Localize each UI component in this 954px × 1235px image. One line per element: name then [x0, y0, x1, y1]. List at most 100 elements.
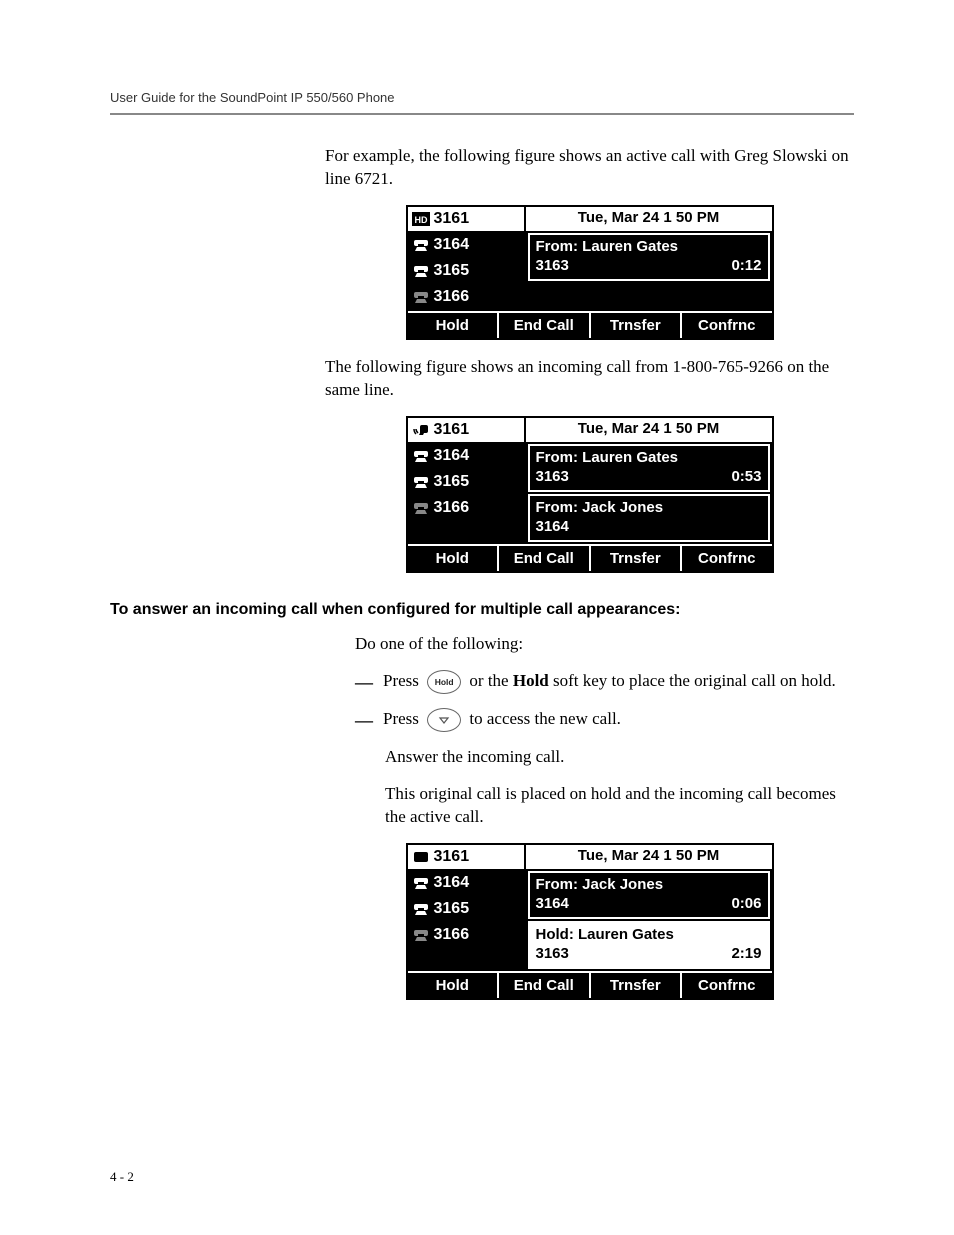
linekey-4-label: 3166 — [434, 926, 470, 944]
softkeys: Hold End Call Trnsfer Confrnc — [408, 971, 772, 998]
linekey-2: 3164 — [408, 871, 526, 897]
options-list: — Press Hold or the Hold soft key to pla… — [325, 670, 854, 733]
linekey-4-label: 3166 — [434, 288, 470, 306]
down-arrow-hardkey-icon — [427, 708, 461, 732]
date-bar: Tue, Mar 24 1 50 PM — [526, 418, 772, 444]
call-from: From: Lauren Gates — [536, 238, 762, 255]
softkey-endcall: End Call — [499, 546, 591, 571]
softkey-endcall: End Call — [499, 313, 591, 338]
softkey-transfer: Trnsfer — [591, 973, 683, 998]
call-number: 3163 — [536, 257, 569, 274]
softkeys: Hold End Call Trnsfer Confrnc — [408, 544, 772, 571]
call-from: From: Jack Jones — [536, 876, 762, 893]
ringing-icon — [412, 423, 430, 437]
page: User Guide for the SoundPoint IP 550/560… — [0, 0, 954, 1235]
linekey-1: 3161 — [408, 418, 526, 444]
content-column: For example, the following figure shows … — [325, 145, 854, 1000]
linekeys: 3161 3164 3165 3166 — [408, 418, 526, 544]
softkey-confrnc: Confrnc — [682, 973, 772, 998]
phone-off-icon — [412, 501, 430, 515]
phone-icon — [412, 238, 430, 252]
phone-icon — [412, 264, 430, 278]
phone-off-icon — [412, 928, 430, 942]
linekey-2-label: 3164 — [434, 874, 470, 892]
phone-icon — [412, 475, 430, 489]
softkeys: Hold End Call Trnsfer Confrnc — [408, 311, 772, 338]
linekey-2: 3164 — [408, 444, 526, 470]
intro-paragraph-1: For example, the following figure shows … — [325, 145, 854, 191]
hd-icon: HD — [412, 212, 430, 226]
running-head: User Guide for the SoundPoint IP 550/560… — [110, 90, 854, 105]
call-number: 3164 — [536, 518, 569, 535]
linekey-1: HD 3161 — [408, 207, 526, 233]
call-card-active: From: Lauren Gates 3163 0:53 — [528, 444, 770, 492]
call-number: 3163 — [536, 945, 569, 962]
call-from: Hold: Lauren Gates — [536, 926, 762, 943]
active-icon — [412, 850, 430, 864]
call-from: From: Jack Jones — [536, 499, 762, 516]
page-number: 4 - 2 — [110, 1169, 134, 1185]
phone-screen-1: HD 3161 3164 3165 3166 — [406, 205, 774, 340]
linekey-4: 3166 — [408, 285, 526, 311]
linekey-3-label: 3165 — [434, 900, 470, 918]
do-one-of: Do one of the following: — [355, 633, 854, 656]
call-from: From: Lauren Gates — [536, 449, 762, 466]
linekey-3-label: 3165 — [434, 473, 470, 491]
hold-hardkey-icon: Hold — [427, 670, 461, 694]
phone-icon — [412, 876, 430, 890]
linekey-2-label: 3164 — [434, 236, 470, 254]
phone-off-icon — [412, 290, 430, 304]
call-number: 3164 — [536, 895, 569, 912]
bold-hold: Hold — [513, 671, 549, 690]
procedure-heading: To answer an incoming call when configur… — [110, 601, 854, 619]
text: Press — [383, 709, 419, 728]
call-number: 3163 — [536, 468, 569, 485]
linekey-2: 3164 — [408, 233, 526, 259]
linekey-1-label: 3161 — [434, 210, 470, 228]
phone-icon — [412, 449, 430, 463]
text: Press — [383, 671, 419, 690]
call-duration: 0:06 — [731, 895, 761, 912]
linekeys: HD 3161 3164 3165 3166 — [408, 207, 526, 311]
call-duration: 0:53 — [731, 468, 761, 485]
linekey-3-label: 3165 — [434, 262, 470, 280]
call-card-incoming: From: Jack Jones 3164 — [528, 494, 770, 542]
header-rule — [110, 113, 854, 115]
date-bar: Tue, Mar 24 1 50 PM — [526, 845, 772, 871]
intro-paragraph-2: The following figure shows an incoming c… — [325, 356, 854, 402]
softkey-hold: Hold — [408, 973, 500, 998]
linekey-4: 3166 — [408, 923, 526, 949]
date-bar: Tue, Mar 24 1 50 PM — [526, 207, 772, 233]
option-navigate: — Press to access the new call. — [355, 708, 854, 732]
softkey-hold: Hold — [408, 313, 500, 338]
svg-text:HD: HD — [414, 215, 427, 225]
softkey-endcall: End Call — [499, 973, 591, 998]
linekey-1-label: 3161 — [434, 848, 470, 866]
text: or the — [469, 671, 512, 690]
phone-screen-2: 3161 3164 3165 3166 — [406, 416, 774, 573]
call-card-hold: Hold: Lauren Gates 3163 2:19 — [528, 921, 770, 969]
linekey-4: 3166 — [408, 496, 526, 522]
softkey-confrnc: Confrnc — [682, 546, 772, 571]
linekey-1-label: 3161 — [434, 421, 470, 439]
softkey-transfer: Trnsfer — [591, 546, 683, 571]
result-paragraph: This original call is placed on hold and… — [385, 783, 854, 829]
call-card-active: From: Jack Jones 3164 0:06 — [528, 871, 770, 919]
dash-icon: — — [355, 708, 373, 732]
softkey-transfer: Trnsfer — [591, 313, 683, 338]
dash-icon: — — [355, 670, 373, 694]
call-card-active: From: Lauren Gates 3163 0:12 — [528, 233, 770, 281]
linekey-4-label: 3166 — [434, 499, 470, 517]
softkey-hold: Hold — [408, 546, 500, 571]
linekey-3: 3165 — [408, 259, 526, 285]
text: soft key to place the original call on h… — [549, 671, 836, 690]
text: to access the new call. — [469, 709, 621, 728]
linekey-1: 3161 — [408, 845, 526, 871]
call-duration: 2:19 — [731, 945, 761, 962]
phone-icon — [412, 902, 430, 916]
phone-screen-3: 3161 3164 3165 3166 — [406, 843, 774, 1000]
call-duration: 0:12 — [731, 257, 761, 274]
linekey-3: 3165 — [408, 470, 526, 496]
answer-step: Answer the incoming call. — [385, 746, 854, 769]
linekey-3: 3165 — [408, 897, 526, 923]
